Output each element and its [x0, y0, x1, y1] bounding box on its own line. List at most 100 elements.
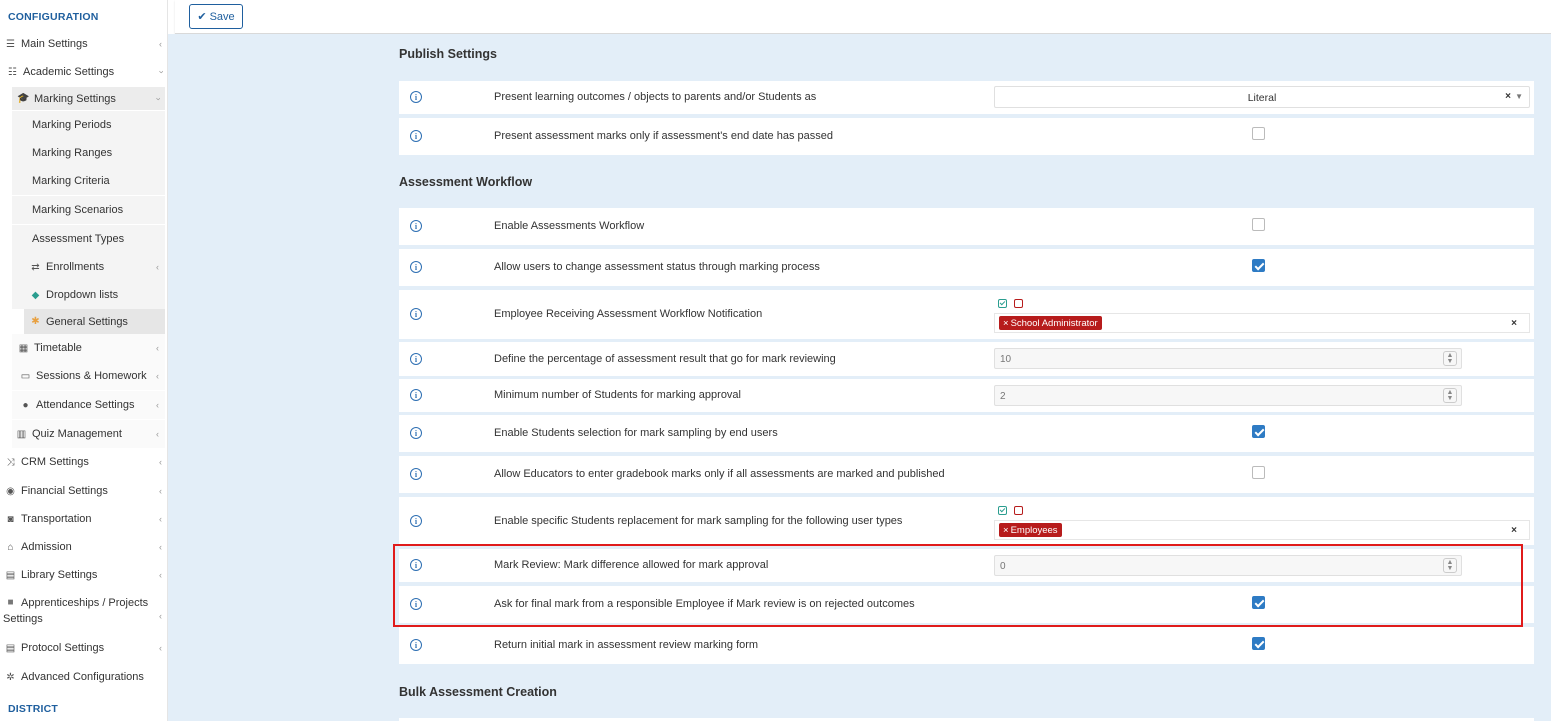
setting-row-enable-students-replacement: i Enable specific Students replacement f… — [399, 497, 1534, 545]
info-icon[interactable]: i — [410, 91, 422, 103]
enable-students-selection-checkbox[interactable] — [1252, 425, 1265, 438]
mark-difference-input[interactable]: 0 ▲ ▼ — [994, 555, 1462, 576]
graduation-cap-icon: 🎓 — [17, 93, 30, 104]
info-icon[interactable]: i — [410, 559, 422, 571]
info-icon[interactable]: i — [410, 598, 422, 610]
sitemap-icon: ☷ — [8, 66, 17, 78]
sidebar-item-academic-settings[interactable]: ☷ Academic Settings ‹ — [0, 63, 168, 81]
info-icon[interactable]: i — [410, 427, 422, 439]
info-icon[interactable]: i — [410, 261, 422, 273]
setting-row-employee-receiving-notification: i Employee Receiving Assessment Workflow… — [399, 290, 1534, 339]
sidebar-item-enrollments[interactable]: ⇄ Enrollments ‹ — [12, 253, 165, 281]
district-section-title: DISTRICT — [8, 703, 59, 715]
sidebar-item-transportation[interactable]: ◙ Transportation ‹ — [0, 510, 168, 528]
info-icon[interactable]: i — [410, 220, 422, 232]
sidebar-item-attendance-settings[interactable]: ● Attendance Settings ‹ — [12, 391, 165, 419]
sidebar-item-marking-criteria[interactable]: Marking Criteria — [12, 167, 165, 195]
setting-row-allow-change-status: i Allow users to change assessment statu… — [399, 249, 1534, 286]
chevron-left-icon: ‹ — [156, 343, 159, 353]
sidebar-item-quiz-management[interactable]: ▥ Quiz Management ‹ — [12, 420, 165, 448]
sidebar-item-label: Assessment Types — [32, 233, 125, 245]
input-value: 2 — [1000, 391, 1006, 402]
select-value: Literal — [1247, 92, 1277, 104]
clear-icon[interactable]: × — [1511, 525, 1517, 536]
protocol-icon: ▤ — [5, 642, 16, 654]
spinner[interactable]: ▲ ▼ — [1443, 388, 1457, 403]
sidebar-item-advanced-configurations[interactable]: ✲ Advanced Configurations — [0, 668, 168, 686]
sidebar-item-general-settings[interactable]: ✱ General Settings — [24, 309, 165, 334]
sidebar-item-label: Main Settings — [21, 38, 88, 50]
sidebar: CONFIGURATION ☰ Main Settings ‹ ☷ Academ… — [0, 0, 168, 721]
present-as-select[interactable]: Literal × ▼ — [994, 86, 1530, 108]
setting-row-allow-educators-gradebook: i Allow Educators to enter gradebook mar… — [399, 456, 1534, 493]
sidebar-item-financial-settings[interactable]: ◉ Financial Settings ‹ — [0, 482, 168, 500]
setting-label: Define the percentage of assessment resu… — [494, 353, 836, 365]
clear-icon[interactable]: × — [1511, 318, 1517, 329]
chevron-left-icon: ‹ — [156, 262, 159, 272]
percentage-input[interactable]: 10 ▲ ▼ — [994, 348, 1462, 369]
notification-recipients-select[interactable]: × School Administrator × — [994, 313, 1530, 333]
tag-remove-icon[interactable]: × — [1003, 525, 1009, 536]
spinner[interactable]: ▲ ▼ — [1443, 558, 1457, 573]
spin-down-icon[interactable]: ▼ — [1447, 565, 1454, 572]
setting-label: Ask for final mark from a responsible Em… — [494, 598, 915, 610]
save-button[interactable]: ✔ Save — [189, 4, 243, 29]
sidebar-item-label: Marking Settings — [34, 92, 116, 105]
caret-down-icon[interactable]: ▼ — [1515, 92, 1523, 101]
cogs-icon: ✲ — [6, 671, 15, 683]
sidebar-item-marking-settings[interactable]: 🎓 Marking Settings ‹ — [12, 87, 165, 110]
sidebar-item-label: Marking Scenarios — [32, 204, 124, 216]
sidebar-item-sessions-homework[interactable]: ▭ Sessions & Homework ‹ — [12, 362, 165, 390]
enable-workflow-checkbox[interactable] — [1252, 218, 1265, 231]
sidebar-item-label: Advanced Configurations — [21, 671, 144, 683]
sidebar-item-main-settings[interactable]: ☰ Main Settings ‹ — [0, 35, 168, 53]
sidebar-item-dropdown-lists[interactable]: ◆ Dropdown lists — [12, 281, 165, 309]
info-icon[interactable]: i — [410, 468, 422, 480]
spinner[interactable]: ▲ ▼ — [1443, 351, 1457, 366]
input-value: 10 — [1000, 354, 1012, 365]
select-all-icon[interactable] — [998, 506, 1007, 515]
spin-down-icon[interactable]: ▼ — [1447, 358, 1454, 365]
setting-label: Enable Students selection for mark sampl… — [494, 427, 778, 439]
setting-label: Return initial mark in assessment review… — [494, 639, 759, 651]
info-icon[interactable]: i — [410, 353, 422, 365]
info-icon[interactable]: i — [410, 639, 422, 651]
clear-icon[interactable]: × — [1505, 91, 1511, 102]
present-marks-checkbox[interactable] — [1252, 127, 1265, 140]
ask-final-mark-checkbox[interactable] — [1252, 596, 1265, 609]
allow-change-status-checkbox[interactable] — [1252, 259, 1265, 272]
sidebar-item-label: General Settings — [46, 315, 128, 328]
return-initial-mark-checkbox[interactable] — [1252, 637, 1265, 650]
sidebar-item-apprenticeships-projects[interactable]: ■ Apprenticeships / Projects Settings ‹ — [0, 596, 168, 628]
setting-row-present-marks-end-date: i Present assessment marks only if asses… — [399, 118, 1534, 155]
tag-remove-icon[interactable]: × — [1003, 318, 1009, 329]
user-types-select[interactable]: × Employees × — [994, 520, 1530, 540]
deselect-all-icon[interactable] — [1014, 299, 1023, 308]
allow-educators-checkbox[interactable] — [1252, 466, 1265, 479]
info-icon[interactable]: i — [410, 389, 422, 401]
info-icon[interactable]: i — [410, 130, 422, 142]
deselect-all-icon[interactable] — [1014, 506, 1023, 515]
chevron-left-icon: ‹ — [159, 542, 162, 552]
info-icon[interactable]: i — [410, 515, 422, 527]
settings-content: Publish Settings i Present learning outc… — [168, 34, 1551, 721]
sidebar-item-timetable[interactable]: ▦ Timetable ‹ — [12, 334, 165, 362]
sidebar-item-label: Enrollments — [46, 261, 105, 273]
select-all-icon[interactable] — [998, 299, 1007, 308]
sidebar-item-marking-scenarios[interactable]: Marking Scenarios — [12, 196, 165, 224]
sidebar-item-assessment-types[interactable]: Assessment Types — [12, 225, 165, 253]
layers-icon: ◆ — [31, 289, 40, 301]
chevron-left-icon: ‹ — [156, 371, 159, 381]
spin-down-icon[interactable]: ▼ — [1447, 395, 1454, 402]
sidebar-item-marking-ranges[interactable]: Marking Ranges — [12, 139, 165, 167]
sidebar-item-protocol-settings[interactable]: ▤ Protocol Settings ‹ — [0, 639, 168, 657]
institution-icon: ⌂ — [7, 541, 14, 553]
sidebar-item-crm-settings[interactable]: ⤨ CRM Settings ‹ — [0, 453, 168, 471]
info-icon[interactable]: i — [410, 308, 422, 320]
sidebar-item-library-settings[interactable]: ▤ Library Settings ‹ — [0, 566, 168, 584]
sidebar-item-marking-periods[interactable]: Marking Periods — [12, 111, 165, 139]
chevron-left-icon: ‹ — [159, 570, 162, 580]
sidebar-item-admission[interactable]: ⌂ Admission ‹ — [0, 538, 168, 556]
sidebar-item-label: Sessions & Homework — [36, 370, 147, 382]
minimum-students-input[interactable]: 2 ▲ ▼ — [994, 385, 1462, 406]
